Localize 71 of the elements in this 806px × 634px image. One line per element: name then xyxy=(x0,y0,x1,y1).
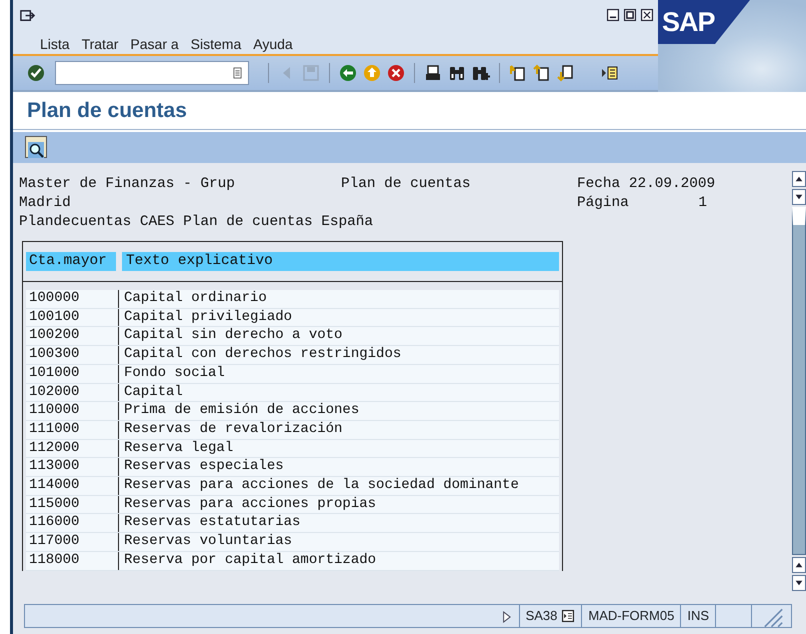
table-cell: 112000 xyxy=(26,440,119,458)
command-field[interactable] xyxy=(55,61,249,85)
column-header[interactable]: Texto explicativo xyxy=(122,252,559,271)
magnifier-icon[interactable] xyxy=(27,140,45,159)
table-cell: 100300 xyxy=(26,346,119,364)
history-icon[interactable] xyxy=(231,66,244,80)
binoculars-plus-icon[interactable] xyxy=(472,64,490,82)
close-icon[interactable] xyxy=(640,8,654,22)
table-cell-text: Reserva legal xyxy=(123,440,234,458)
transaction-code: SA38 xyxy=(526,607,558,626)
report-header-text: Madrid xyxy=(19,194,71,213)
table-cell: 102000 xyxy=(26,384,119,402)
page-title: Plan de cuentas xyxy=(27,98,187,124)
table-cell: 101000 xyxy=(26,364,119,383)
table-cell-text: Reservas estatutarias xyxy=(123,514,302,532)
table-cell-text: Reservas especiales xyxy=(123,458,285,476)
cancel-icon[interactable] xyxy=(387,64,405,82)
table-cell: 117000 xyxy=(26,533,119,551)
table-cell-text: Reservas de revalorización xyxy=(123,420,344,439)
table-cell-text: Reservas voluntarias xyxy=(123,533,294,551)
report-header-text: Plan de cuentas xyxy=(341,175,471,194)
table-cell: 100200 xyxy=(26,327,119,346)
table-cell: 114000 xyxy=(26,477,119,495)
menu-item[interactable]: Sistema xyxy=(190,34,242,55)
report-header-text: Página xyxy=(577,194,629,213)
input-mode: INS xyxy=(687,607,709,626)
table-cell-text: Capital ordinario xyxy=(123,290,268,308)
report-header-text: Fecha 22.09.2009 xyxy=(577,175,716,194)
table-cell-text: Reserva por capital amortizado xyxy=(123,552,378,570)
up-arrow-icon[interactable] xyxy=(794,560,804,570)
maximize-icon[interactable] xyxy=(623,8,637,22)
table-cell: 110000 xyxy=(26,402,119,420)
table-cell: 115000 xyxy=(26,496,119,514)
table-cell: 113000 xyxy=(26,458,119,476)
next-page-icon[interactable] xyxy=(557,64,575,82)
first-page-icon[interactable] xyxy=(509,64,527,82)
menu-item[interactable]: Ayuda xyxy=(253,34,293,55)
column-header[interactable]: Cta.mayor xyxy=(26,252,116,271)
table-cell-text: Capital privilegiado xyxy=(123,308,294,326)
table-cell: 118000 xyxy=(26,552,119,570)
table-cell-text: Capital con derechos restringidos xyxy=(123,346,402,364)
previous-page-icon[interactable] xyxy=(533,64,551,82)
down-arrow-icon[interactable] xyxy=(794,192,804,202)
binoculars-icon[interactable] xyxy=(448,64,466,82)
print-icon[interactable] xyxy=(424,64,442,82)
table-cell: 116000 xyxy=(26,514,119,532)
scrollbar[interactable] xyxy=(792,171,806,591)
menu-item[interactable]: Tratar xyxy=(82,34,118,55)
minimize-icon[interactable] xyxy=(606,8,620,22)
report-header-text: Master de Finanzas - Grup xyxy=(19,175,235,194)
table-cell-text: Prima de emisión de acciones xyxy=(123,402,360,420)
table-cell-text: Reservas para acciones de la sociedad dominante xyxy=(123,477,520,495)
up-arrow-icon[interactable] xyxy=(794,174,804,184)
table-cell: 111000 xyxy=(26,420,119,439)
table-cell-text: Fondo social xyxy=(123,364,226,383)
menu-item[interactable]: Lista xyxy=(40,34,70,55)
check-icon[interactable] xyxy=(27,64,45,82)
layout-icon[interactable] xyxy=(601,64,619,82)
back-icon[interactable] xyxy=(339,64,357,82)
down-arrow-icon[interactable] xyxy=(794,578,804,588)
report-header-text: Plandecuentas CAES Plan de cuentas España xyxy=(19,213,374,232)
server-name: MAD-FORM05 xyxy=(588,607,674,626)
sap-logo: SAP xyxy=(658,0,750,44)
table-cell-text: Capital sin derecho a voto xyxy=(123,327,344,346)
table-cell: 100100 xyxy=(26,308,119,326)
table-cell: 100000 xyxy=(26,290,119,308)
list-icon[interactable] xyxy=(561,609,576,623)
menu-item[interactable]: Pasar a xyxy=(130,34,179,55)
table-cell-text: Capital xyxy=(123,384,184,402)
page-number: 1 xyxy=(698,194,707,213)
table-cell-text: Reservas para acciones propias xyxy=(123,496,378,514)
